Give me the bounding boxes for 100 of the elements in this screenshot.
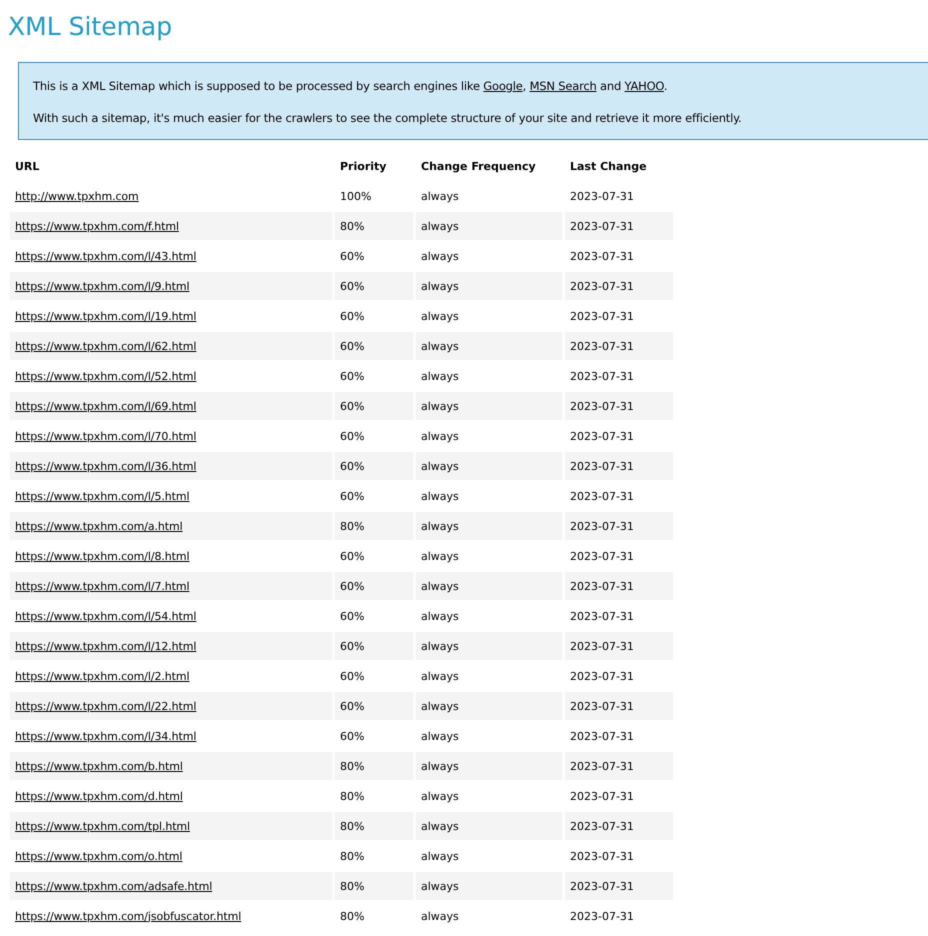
- table-cell-text: 80%: [339, 848, 366, 864]
- table-cell-text: 2023-07-31: [569, 488, 635, 504]
- table-cell: 60%: [335, 392, 413, 420]
- table-cell-text: 100%: [339, 188, 372, 204]
- url-link[interactable]: https://www.tpxhm.com/jsobfuscator.html: [15, 910, 242, 922]
- table-cell-text: 2023-07-31: [569, 308, 635, 324]
- table-cell: 80%: [335, 512, 413, 540]
- table-cell: 80%: [335, 812, 413, 840]
- url-link[interactable]: https://www.tpxhm.com/l/43.html: [15, 250, 196, 262]
- column-header: Change Frequency: [420, 158, 537, 174]
- url-link[interactable]: https://www.tpxhm.com/l/54.html: [15, 610, 196, 622]
- table-cell: 60%: [335, 452, 413, 480]
- search-engine-link[interactable]: YAHOO: [624, 79, 664, 93]
- table-cell: 2023-07-31: [565, 332, 673, 360]
- url-link[interactable]: https://www.tpxhm.com/f.html: [15, 220, 179, 232]
- table-cell: always: [416, 812, 562, 840]
- table-cell-text: 2023-07-31: [569, 548, 635, 564]
- table-cell-text: always: [420, 428, 460, 444]
- url-link[interactable]: https://www.tpxhm.com/l/7.html: [15, 580, 190, 592]
- table-cell: always: [416, 752, 562, 780]
- table-cell-text: always: [420, 788, 460, 804]
- table-cell: 60%: [335, 692, 413, 720]
- url-link[interactable]: https://www.tpxhm.com/l/8.html: [15, 550, 190, 562]
- url-link[interactable]: https://www.tpxhm.com/l/36.html: [15, 460, 196, 472]
- table-cell-text: always: [420, 848, 460, 864]
- table-cell-text: 60%: [339, 368, 366, 384]
- table-cell-text: 60%: [339, 488, 366, 504]
- table-cell: always: [416, 452, 562, 480]
- table-cell: always: [416, 572, 562, 600]
- table-cell: always: [416, 692, 562, 720]
- url-link[interactable]: https://www.tpxhm.com/l/52.html: [15, 370, 196, 382]
- table-cell: 2023-07-31: [565, 512, 673, 540]
- table-cell-text: 2023-07-31: [569, 788, 635, 804]
- table-cell: always: [416, 632, 562, 660]
- url-link[interactable]: https://www.tpxhm.com/l/5.html: [15, 490, 190, 502]
- table-cell: 80%: [335, 752, 413, 780]
- table-cell: 80%: [335, 212, 413, 240]
- table-cell: 2023-07-31: [565, 452, 673, 480]
- table-cell: always: [416, 332, 562, 360]
- table-cell-text: 60%: [339, 608, 366, 624]
- url-link[interactable]: http://www.tpxhm.com: [15, 190, 139, 202]
- table-cell: 2023-07-31: [565, 632, 673, 660]
- table-cell-text: 60%: [339, 248, 366, 264]
- table-cell: always: [416, 272, 562, 300]
- url-link[interactable]: https://www.tpxhm.com/b.html: [15, 760, 183, 772]
- table-cell: 60%: [335, 272, 413, 300]
- table-cell-text: 60%: [339, 668, 366, 684]
- table-cell-text: 2023-07-31: [569, 608, 635, 624]
- url-link[interactable]: https://www.tpxhm.com/adsafe.html: [15, 880, 212, 892]
- url-link[interactable]: https://www.tpxhm.com/tpl.html: [15, 820, 190, 832]
- table-cell-text: 80%: [339, 788, 366, 804]
- table-cell-text: always: [420, 308, 460, 324]
- table-cell-text: 2023-07-31: [569, 728, 635, 744]
- url-link[interactable]: https://www.tpxhm.com/a.html: [15, 520, 183, 532]
- url-link[interactable]: https://www.tpxhm.com/l/9.html: [15, 280, 190, 292]
- search-engine-link[interactable]: Google: [483, 79, 523, 93]
- column-header: URL: [14, 158, 40, 174]
- url-link[interactable]: https://www.tpxhm.com/l/62.html: [15, 340, 196, 352]
- page-title: XML Sitemap: [8, 11, 174, 43]
- table-cell-text: always: [420, 188, 460, 204]
- table-cell-text: 60%: [339, 728, 366, 744]
- table-cell: 80%: [335, 872, 413, 900]
- table-cell: 2023-07-31: [565, 872, 673, 900]
- url-link[interactable]: https://www.tpxhm.com/l/34.html: [15, 730, 196, 742]
- table-cell: always: [416, 872, 562, 900]
- column-header: Priority: [339, 158, 388, 174]
- table-cell-text: always: [420, 668, 460, 684]
- table-cell-text: 80%: [339, 908, 366, 924]
- table-cell-text: 60%: [339, 308, 366, 324]
- table-cell-text: 2023-07-31: [569, 368, 635, 384]
- column-header: Last Change: [569, 158, 648, 174]
- table-cell-text: always: [420, 908, 460, 924]
- table-cell-text: 2023-07-31: [569, 188, 635, 204]
- table-cell-text: always: [420, 368, 460, 384]
- table-cell-text: always: [420, 608, 460, 624]
- url-link[interactable]: https://www.tpxhm.com/l/69.html: [15, 400, 196, 412]
- url-link[interactable]: https://www.tpxhm.com/l/12.html: [15, 640, 196, 652]
- table-cell: always: [416, 212, 562, 240]
- url-link[interactable]: https://www.tpxhm.com/l/70.html: [15, 430, 196, 442]
- table-cell-text: 2023-07-31: [569, 248, 635, 264]
- table-cell-text: 60%: [339, 428, 366, 444]
- table-cell: 60%: [335, 632, 413, 660]
- table-cell-text: always: [420, 248, 460, 264]
- search-engine-link[interactable]: MSN Search: [530, 79, 597, 93]
- url-link[interactable]: https://www.tpxhm.com/l/22.html: [15, 700, 196, 712]
- url-link[interactable]: https://www.tpxhm.com/l/2.html: [15, 670, 190, 682]
- table-cell-text: 2023-07-31: [569, 428, 635, 444]
- table-cell: 2023-07-31: [565, 752, 673, 780]
- url-link[interactable]: https://www.tpxhm.com/l/19.html: [15, 310, 196, 322]
- table-cell: 2023-07-31: [565, 692, 673, 720]
- table-cell-text: always: [420, 488, 460, 504]
- url-link[interactable]: https://www.tpxhm.com/o.html: [15, 850, 182, 862]
- table-cell: 60%: [335, 572, 413, 600]
- table-cell-text: 2023-07-31: [569, 908, 635, 924]
- table-cell: 2023-07-31: [565, 272, 673, 300]
- table-cell: 2023-07-31: [565, 572, 673, 600]
- table-cell: 60%: [335, 332, 413, 360]
- table-cell-text: always: [420, 728, 460, 744]
- url-link[interactable]: https://www.tpxhm.com/d.html: [15, 790, 183, 802]
- table-cell-text: always: [420, 548, 460, 564]
